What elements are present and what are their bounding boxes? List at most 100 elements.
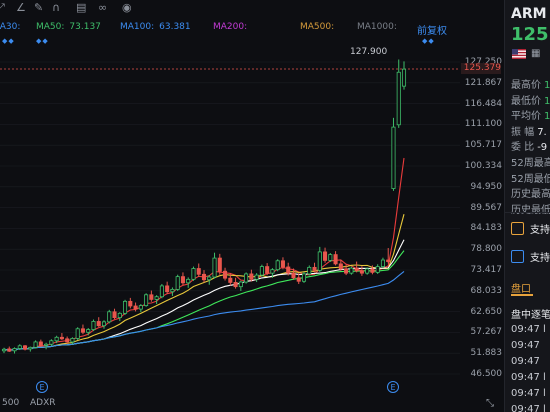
candle[interactable]: [270, 269, 275, 274]
candle[interactable]: [149, 294, 154, 300]
candle[interactable]: [75, 328, 80, 339]
candle[interactable]: [17, 345, 22, 349]
candle[interactable]: [201, 273, 207, 281]
candle[interactable]: [49, 340, 54, 345]
candle[interactable]: [70, 338, 75, 343]
candle[interactable]: [186, 278, 191, 284]
candle[interactable]: [138, 305, 143, 310]
candle[interactable]: [323, 251, 328, 261]
support-button[interactable]: 支持: [511, 249, 550, 264]
candle[interactable]: [244, 273, 249, 283]
candle[interactable]: [128, 300, 133, 307]
candle[interactable]: [23, 345, 28, 350]
candle[interactable]: [280, 260, 285, 268]
candle[interactable]: [12, 348, 17, 352]
candle[interactable]: [54, 336, 59, 342]
candle[interactable]: [123, 300, 128, 314]
candle[interactable]: [1, 348, 7, 352]
candle[interactable]: [101, 321, 107, 327]
candle[interactable]: [196, 268, 201, 275]
price-axis-tick: 116.484: [464, 98, 502, 109]
indicator-label[interactable]: ADXR: [30, 398, 56, 408]
candle[interactable]: [401, 68, 407, 87]
candle[interactable]: [170, 288, 175, 293]
candle[interactable]: [386, 259, 391, 262]
chart-type-icon[interactable]: ▦: [531, 48, 540, 59]
candle[interactable]: [254, 274, 259, 280]
candle[interactable]: [354, 267, 359, 272]
candle[interactable]: [154, 296, 159, 300]
candle[interactable]: [291, 272, 296, 279]
price-axis-tick: 121.867: [464, 77, 502, 88]
candle[interactable]: [370, 268, 375, 273]
tick-row: 09:47 l: [511, 388, 546, 399]
candle[interactable]: [233, 282, 238, 288]
candle[interactable]: [391, 126, 396, 189]
candle[interactable]: [159, 285, 164, 298]
candle[interactable]: [396, 71, 401, 126]
collapse-icon[interactable]: ⤡: [486, 398, 494, 409]
candle[interactable]: [301, 273, 307, 282]
bottom-axis-value: 500: [2, 398, 20, 408]
price-axis-tick: 78.800: [470, 244, 503, 255]
candle[interactable]: [107, 311, 112, 323]
earnings-event-badge[interactable]: E: [36, 381, 48, 393]
tab-orderbook[interactable]: 盘口: [511, 280, 531, 295]
candle[interactable]: [165, 285, 170, 293]
candle[interactable]: [275, 260, 280, 271]
candle[interactable]: [144, 294, 149, 307]
candle[interactable]: [380, 259, 385, 267]
candle[interactable]: [223, 270, 228, 279]
candle[interactable]: [338, 263, 343, 270]
candle[interactable]: [7, 348, 12, 352]
stock-symbol: ARM: [511, 6, 547, 22]
price-axis-tick: 62.650: [470, 306, 503, 317]
candle[interactable]: [365, 268, 370, 274]
candle[interactable]: [296, 277, 301, 282]
candle[interactable]: [328, 254, 333, 261]
candle[interactable]: [38, 341, 43, 346]
candle[interactable]: [375, 266, 380, 273]
earnings-event-badge[interactable]: E: [387, 381, 399, 393]
candle[interactable]: [228, 277, 233, 283]
candle[interactable]: [59, 336, 64, 340]
candle[interactable]: [259, 266, 264, 276]
candle[interactable]: [249, 273, 254, 280]
candle[interactable]: [33, 341, 38, 348]
candle[interactable]: [191, 268, 196, 280]
support-button[interactable]: 支持: [511, 221, 550, 236]
candle[interactable]: [317, 251, 322, 271]
candle[interactable]: [180, 276, 185, 284]
quote-value: 7.: [537, 126, 547, 138]
candle[interactable]: [312, 266, 317, 271]
candle[interactable]: [286, 266, 291, 274]
candle[interactable]: [333, 254, 338, 265]
candle[interactable]: [44, 343, 49, 346]
quote-label: 平均价: [511, 111, 541, 123]
candle[interactable]: [238, 281, 243, 288]
candle[interactable]: [86, 329, 91, 333]
candle[interactable]: [359, 270, 364, 274]
quote-value: -9: [537, 142, 548, 154]
candle[interactable]: [212, 257, 217, 278]
us-flag-icon: [512, 49, 526, 59]
candle[interactable]: [28, 346, 33, 350]
candle[interactable]: [80, 328, 85, 333]
candle[interactable]: [307, 266, 312, 275]
candle[interactable]: [96, 321, 101, 327]
quote-label: 52周最低: [511, 173, 550, 185]
candle[interactable]: [91, 321, 96, 330]
candle[interactable]: [265, 266, 270, 274]
candle[interactable]: [344, 268, 349, 274]
candle[interactable]: [133, 305, 138, 310]
candle[interactable]: [349, 267, 354, 274]
price-axis-tick: 84.183: [470, 223, 503, 234]
candle[interactable]: [117, 312, 122, 318]
candle[interactable]: [65, 338, 70, 343]
candle[interactable]: [207, 276, 212, 281]
candle[interactable]: [175, 276, 180, 290]
candle[interactable]: [112, 311, 117, 318]
candle[interactable]: [217, 257, 222, 272]
quote-row: 最高价12: [511, 76, 550, 91]
quote-value: 12: [544, 111, 550, 123]
